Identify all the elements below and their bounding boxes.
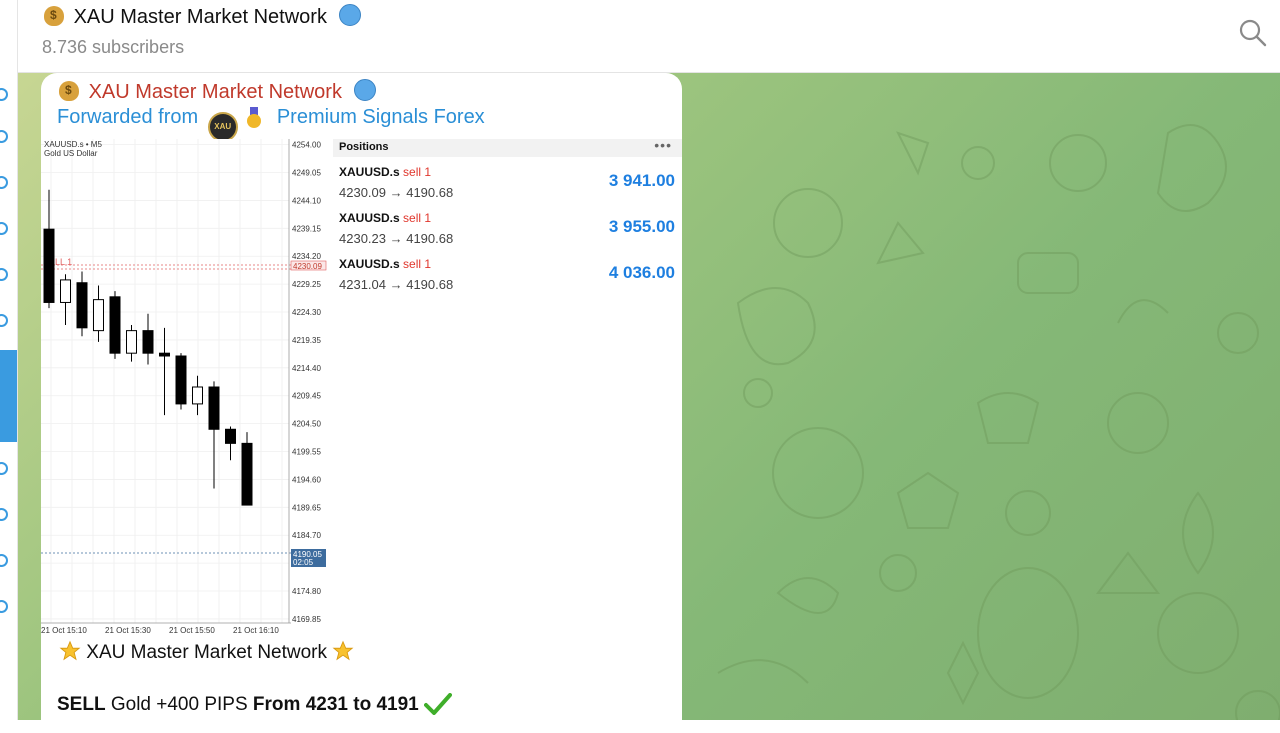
chat-list-avatar[interactable]: [0, 176, 8, 189]
candle-body: [109, 296, 121, 354]
positions-panel: Positions ••• XAUUSD.s sell 1 4230.09 → …: [333, 137, 682, 301]
chat-list-strip: [0, 0, 18, 720]
chat-list-avatar[interactable]: [0, 508, 8, 521]
candle-body: [126, 330, 137, 354]
position-symbol: XAUUSD.s: [339, 165, 400, 179]
search-icon[interactable]: [1238, 18, 1268, 48]
globe-icon: [338, 4, 361, 26]
time-tick-label: 21 Oct 15:10: [41, 626, 87, 635]
price-tick-label: 4169.85: [292, 615, 321, 624]
time-tick-label: 21 Oct 15:50: [169, 626, 215, 635]
countdown-label: 02:05: [293, 558, 314, 567]
price-tick-label: 4229.25: [292, 280, 321, 289]
price-tick-label: 4224.30: [292, 308, 321, 317]
position-row[interactable]: XAUUSD.s sell 1 4230.23 → 4190.68 3 955.…: [339, 211, 679, 255]
time-tick-label: 21 Oct 15:30: [105, 626, 151, 635]
price-tick-label: 4209.45: [292, 392, 321, 401]
message-text-line2: SELL Gold +400 PIPS From 4231 to 4191: [57, 693, 453, 716]
price-tick-label: 4234.20: [292, 252, 321, 261]
candle-body: [225, 428, 236, 444]
position-profit: 3 941.00: [608, 171, 675, 190]
price-tick-label: 4249.05: [292, 169, 321, 178]
message-channel-label: XAU Master Market Network: [88, 81, 342, 103]
price-tick-label: 4204.50: [292, 420, 321, 429]
line2-from: From 4231 to 4191: [252, 694, 419, 715]
price-tick-label: 4194.60: [292, 475, 321, 484]
medal-icon: [247, 107, 262, 128]
money-bag-icon: [59, 81, 79, 101]
candle-body: [76, 282, 88, 329]
entry-price-label: 4230.09: [293, 262, 322, 271]
forwarded-source: Premium Signals Forex: [276, 106, 485, 128]
chart-symbol: XAUUSD.s • M5: [44, 140, 102, 149]
check-mark-icon: [424, 693, 453, 715]
positions-more-icon[interactable]: •••: [654, 137, 672, 153]
channel-name: XAU Master Market Network: [73, 6, 327, 28]
position-row[interactable]: XAUUSD.s sell 1 4231.04 → 4190.68 4 036.…: [339, 257, 679, 301]
candlestick-chart[interactable]: XAUUSD.s • M5 Gold US Dollar SELL 1 4254…: [41, 139, 331, 635]
channel-title[interactable]: XAU Master Market Network: [44, 4, 361, 29]
position-side: sell 1: [403, 211, 432, 225]
time-tick-label: 21 Oct 16:10: [233, 626, 279, 635]
price-tick-label: 4189.65: [292, 503, 321, 512]
message-bubble[interactable]: XAU Master Market Network Forwarded from…: [41, 73, 682, 733]
price-tick-label: 4174.80: [292, 587, 321, 596]
subscriber-count: 8.736 subscribers: [42, 37, 185, 57]
message-channel-name[interactable]: XAU Master Market Network: [59, 79, 376, 104]
chat-list-avatar[interactable]: [0, 314, 8, 327]
candle-body: [208, 386, 220, 430]
xau-logo-icon: XAU: [207, 112, 238, 142]
forwarded-from[interactable]: Forwarded from XAU Premium Signals Forex: [57, 106, 485, 142]
candle-body: [159, 352, 170, 357]
star-icon: [332, 640, 354, 661]
line2-gold: Gold +400 PIPS: [110, 694, 248, 715]
candle-body: [192, 386, 203, 405]
chat-list-avatar[interactable]: [0, 88, 8, 101]
position-profit: 4 036.00: [608, 263, 675, 282]
candle-body: [241, 442, 253, 506]
position-profit: 3 955.00: [608, 217, 675, 236]
position-symbol: XAUUSD.s: [339, 257, 400, 271]
chat-list-avatar[interactable]: [0, 462, 8, 475]
position-prices: 4230.23 → 4190.68: [339, 231, 454, 246]
chat-list-avatar[interactable]: [0, 130, 8, 143]
price-tick-label: 4254.00: [292, 141, 321, 150]
position-prices: 4231.04 → 4190.68: [339, 277, 454, 292]
price-tick-label: 4214.40: [292, 364, 321, 373]
position-side: sell 1: [403, 257, 432, 271]
price-tick-label: 4184.70: [292, 531, 321, 540]
candles: [43, 189, 253, 506]
line2-sell: SELL: [57, 694, 106, 715]
money-bag-icon: [44, 6, 64, 26]
globe-icon: [353, 79, 376, 101]
candle-body: [142, 330, 154, 354]
forwarded-prefix: Forwarded from: [57, 106, 199, 128]
line1-text: XAU Master Market Network: [86, 642, 328, 663]
candle-body: [43, 228, 55, 303]
chat-header[interactable]: XAU Master Market Network 8.736 subscrib…: [18, 0, 1280, 73]
positions-title: Positions: [339, 141, 389, 153]
position-row[interactable]: XAUUSD.s sell 1 4230.09 → 4190.68 3 941.…: [339, 165, 679, 209]
star-icon: [59, 640, 81, 661]
positions-header: Positions •••: [333, 137, 682, 157]
message-text-line1: XAU Master Market Network: [59, 640, 354, 664]
position-symbol: XAUUSD.s: [339, 211, 400, 225]
candle-body: [175, 355, 187, 405]
price-tick-label: 4244.10: [292, 196, 321, 205]
chat-list-avatar[interactable]: [0, 600, 8, 613]
chat-list-avatar[interactable]: [0, 268, 8, 281]
candle-body: [93, 299, 104, 332]
active-chat-indicator[interactable]: [0, 350, 17, 442]
chat-list-avatar[interactable]: [0, 554, 8, 567]
time-axis: 21 Oct 15:10 21 Oct 15:30 21 Oct 15:50 21 O…: [41, 622, 291, 635]
price-tick-label: 4239.15: [292, 224, 321, 233]
chat-list-avatar[interactable]: [0, 222, 8, 235]
position-side: sell 1: [403, 165, 432, 179]
price-tick-label: 4219.35: [292, 336, 321, 345]
position-prices: 4230.09 → 4190.68: [339, 185, 454, 200]
chart-instrument: Gold US Dollar: [44, 149, 98, 158]
candle-body: [60, 279, 71, 303]
price-tick-label: 4199.55: [292, 448, 321, 457]
